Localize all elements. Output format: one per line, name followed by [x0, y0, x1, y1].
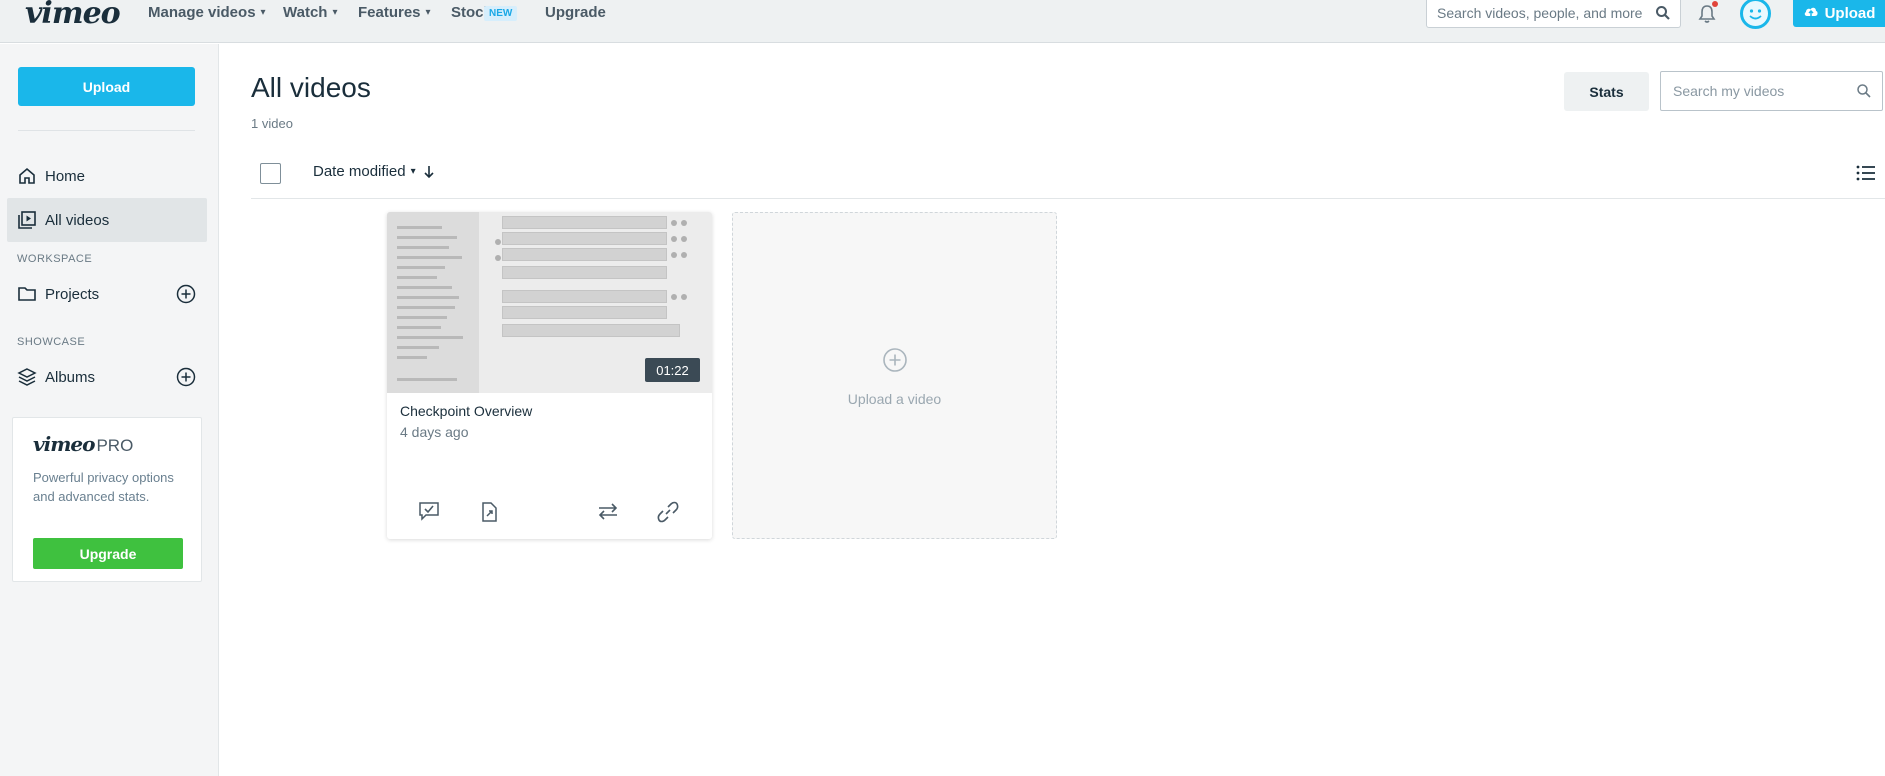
add-album-icon[interactable] [176, 367, 196, 391]
cloud-upload-icon [1803, 5, 1819, 23]
home-icon [17, 166, 37, 190]
sidebar-item-projects[interactable]: Projects [7, 272, 207, 316]
nav-features[interactable]: Features ▾ [358, 4, 431, 21]
vimeo-logo[interactable]: vimeo [25, 0, 121, 31]
workspace-section-label: WORKSPACE [17, 253, 93, 265]
file-export-icon[interactable] [479, 501, 499, 528]
search-icon[interactable] [1856, 83, 1872, 104]
video-thumbnail[interactable]: 01:22 [387, 212, 712, 393]
nav-manage-videos-label: Manage videos [148, 4, 256, 21]
link-icon[interactable] [657, 501, 679, 528]
sidebar-item-label: All videos [45, 211, 110, 229]
vimeo-pro-logo: vimeo PRO [33, 432, 134, 456]
sidebar-item-home[interactable]: Home [7, 154, 207, 198]
bell-icon[interactable] [1698, 4, 1716, 29]
video-title[interactable]: Checkpoint Overview [400, 403, 532, 419]
top-upload-label: Upload [1824, 5, 1876, 22]
stats-button[interactable]: Stats [1564, 72, 1649, 111]
video-library-icon [17, 210, 37, 234]
video-modified-time: 4 days ago [400, 424, 469, 440]
vimeo-pro-promo: vimeo PRO Powerful privacy options and ad… [12, 417, 202, 582]
toolbar-divider [251, 198, 1885, 199]
video-duration-badge: 01:22 [645, 358, 700, 382]
pro-upgrade-button[interactable]: Upgrade [33, 538, 183, 569]
global-search-input[interactable] [1437, 0, 1657, 26]
chevron-down-icon: ▾ [260, 7, 266, 18]
list-view-icon[interactable] [1856, 164, 1876, 187]
sidebar-item-label: Projects [45, 285, 100, 303]
chevron-down-icon: ▾ [332, 7, 338, 18]
swap-arrows-icon[interactable] [597, 501, 619, 526]
sidebar-item-albums[interactable]: Albums [7, 355, 207, 399]
sidebar: Upload Home All videos WORKSPACE Project… [0, 44, 219, 776]
sort-direction-arrow-icon[interactable] [423, 164, 435, 185]
new-badge: NEW [484, 6, 518, 21]
my-videos-search-input[interactable] [1673, 72, 1853, 110]
showcase-section-label: SHOWCASE [17, 336, 86, 348]
add-project-icon[interactable] [176, 284, 196, 308]
search-icon[interactable] [1655, 5, 1671, 26]
sidebar-item-label: Albums [45, 368, 96, 386]
chevron-down-icon: ▾ [410, 166, 416, 177]
pro-description: Powerful privacy options and advanced st… [33, 470, 174, 504]
top-upload-button[interactable]: Upload [1793, 0, 1885, 27]
add-circle-icon [882, 347, 908, 378]
nav-features-label: Features [358, 4, 421, 21]
avatar[interactable] [1740, 0, 1771, 29]
nav-watch[interactable]: Watch ▾ [283, 4, 337, 21]
my-videos-search [1660, 71, 1883, 111]
review-check-icon[interactable] [418, 501, 440, 526]
select-all-checkbox[interactable] [260, 163, 281, 184]
notification-dot [1712, 1, 1718, 7]
sidebar-item-all-videos[interactable]: All videos [7, 198, 207, 242]
layers-icon [17, 367, 37, 391]
chevron-down-icon: ▾ [425, 7, 431, 18]
sort-label: Date modified [313, 163, 406, 180]
nav-upgrade-label: Upgrade [545, 4, 606, 21]
nav-watch-label: Watch [283, 4, 328, 21]
nav-upgrade[interactable]: Upgrade [545, 4, 606, 21]
sort-dropdown[interactable]: Date modified ▾ [313, 163, 416, 180]
upload-video-label: Upload a video [847, 391, 942, 407]
video-card[interactable]: 01:22 Checkpoint Overview 4 days ago [387, 212, 712, 539]
sidebar-divider [18, 130, 195, 131]
folder-icon [17, 284, 37, 308]
nav-manage-videos[interactable]: Manage videos ▾ [148, 4, 266, 21]
page-title: All videos [251, 72, 371, 103]
upload-video-card[interactable]: Upload a video [732, 212, 1057, 539]
sidebar-upload-button[interactable]: Upload [18, 67, 195, 106]
sidebar-item-label: Home [45, 167, 86, 185]
top-navigation: vimeo Manage videos ▾ Watch ▾ Features ▾… [0, 0, 1885, 43]
global-search [1426, 0, 1681, 28]
video-count: 1 video [251, 116, 293, 131]
